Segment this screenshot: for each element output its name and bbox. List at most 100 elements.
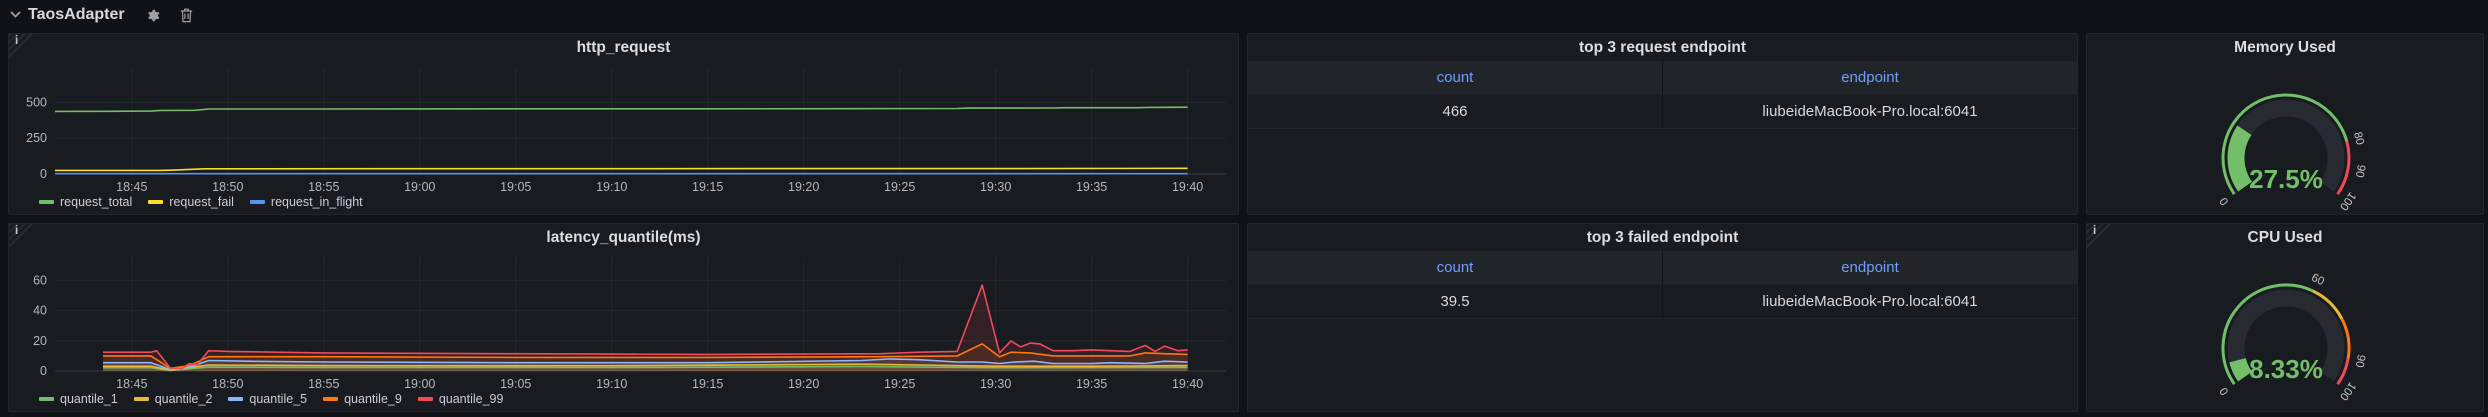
panel-http-request: i http_request 18:4518:5018:5519:0019:05… <box>8 33 1239 215</box>
x-axis-tick-label: 19:15 <box>692 377 723 391</box>
panel-title[interactable]: top 3 failed endpoint <box>1248 224 2077 250</box>
legend-swatch <box>250 200 265 204</box>
legend-item-quantile_2[interactable]: quantile_2 <box>134 392 213 406</box>
x-axis-tick-label: 19:30 <box>980 377 1011 391</box>
table-row: 466liubeideMacBook-Pro.local:6041 <box>1248 94 2077 129</box>
x-axis-tick-label: 19:00 <box>404 180 435 194</box>
y-axis-tick-label: 0 <box>40 364 47 378</box>
legend-swatch <box>148 200 163 204</box>
legend-item-quantile_9[interactable]: quantile_9 <box>323 392 402 406</box>
x-axis-tick-label: 19:25 <box>884 180 915 194</box>
y-axis-tick-label: 20 <box>33 334 47 348</box>
x-axis-tick-label: 19:35 <box>1076 180 1107 194</box>
table-cell: liubeideMacBook-Pro.local:6041 <box>1663 95 2077 128</box>
gauge-threshold-label: 90 <box>2353 164 2367 179</box>
table-header-count[interactable]: count <box>1248 251 1663 284</box>
gauge-value: 8.33% <box>2249 354 2323 384</box>
table-header-endpoint[interactable]: endpoint <box>1663 61 2077 94</box>
x-axis-tick-label: 18:55 <box>308 180 339 194</box>
x-axis-tick-label: 19:05 <box>500 180 531 194</box>
y-axis-tick-label: 0 <box>40 167 47 181</box>
latency-quantile-legend: quantile_1 quantile_2 quantile_5 quantile_9… <box>39 392 503 406</box>
table-cell: liubeideMacBook-Pro.local:6041 <box>1663 285 2077 318</box>
http-request-chart[interactable]: 18:45 18:50 18:55 19:00 19:05 19:10 19:15 19:20… <box>9 60 1240 196</box>
series-request_fail <box>55 168 1188 170</box>
trash-icon[interactable] <box>180 8 193 23</box>
cpu-used-gauge: 060901008.33% <box>2087 250 2485 411</box>
x-axis-tick-label: 19:40 <box>1172 180 1203 194</box>
y-axis-tick-label: 250 <box>26 131 47 145</box>
legend-label: request_total <box>60 195 132 209</box>
panel-top3-request-endpoint: top 3 request endpoint countendpoint466l… <box>1247 33 2078 215</box>
legend-item-request_in_flight[interactable]: request_in_flight <box>250 195 363 209</box>
table-cell: 39.5 <box>1248 285 1663 318</box>
y-axis-tick-label: 500 <box>26 95 47 109</box>
legend-swatch <box>39 200 54 204</box>
legend-item-quantile_99[interactable]: quantile_99 <box>418 392 504 406</box>
y-axis-tick-label: 40 <box>33 304 47 318</box>
x-axis-tick-label: 19:10 <box>596 180 627 194</box>
x-axis-tick-label: 18:50 <box>212 377 243 391</box>
legend-swatch <box>134 397 149 401</box>
x-axis-tick-label: 19:40 <box>1172 377 1203 391</box>
table-header-endpoint[interactable]: endpoint <box>1663 251 2077 284</box>
legend-label: quantile_99 <box>439 392 504 406</box>
legend-label: request_fail <box>169 195 234 209</box>
legend-label: quantile_9 <box>344 392 402 406</box>
x-axis-tick-label: 19:35 <box>1076 377 1107 391</box>
panel-title[interactable]: top 3 request endpoint <box>1248 34 2077 60</box>
legend-swatch <box>228 397 243 401</box>
legend-item-quantile_1[interactable]: quantile_1 <box>39 392 118 406</box>
panel-memory-used: Memory Used 0809010027.5% <box>2086 33 2484 215</box>
panel-title[interactable]: CPU Used <box>2087 224 2483 250</box>
memory-used-gauge: 0809010027.5% <box>2087 60 2485 214</box>
request-endpoint-table: countendpoint466liubeideMacBook-Pro.loca… <box>1248 61 2077 129</box>
x-axis-tick-label: 19:20 <box>788 377 819 391</box>
http-request-legend: request_total request_fail request_in_flig… <box>39 195 363 209</box>
x-axis-tick-label: 19:00 <box>404 377 435 391</box>
table-header-row: countendpoint <box>1248 251 2077 284</box>
x-axis-tick-label: 19:25 <box>884 377 915 391</box>
table-header-row: countendpoint <box>1248 61 2077 94</box>
legend-swatch <box>39 397 54 401</box>
x-axis-tick-label: 19:15 <box>692 180 723 194</box>
x-axis-tick-label: 19:05 <box>500 377 531 391</box>
legend-label: request_in_flight <box>271 195 363 209</box>
legend-item-request_fail[interactable]: request_fail <box>148 195 234 209</box>
panel-title[interactable]: Memory Used <box>2087 34 2483 60</box>
gauge-threshold-label: 80 <box>2351 131 2366 146</box>
failed-endpoint-table: countendpoint39.5liubeideMacBook-Pro.loc… <box>1248 251 2077 319</box>
legend-label: quantile_5 <box>249 392 307 406</box>
gauge-threshold-label: 60 <box>2309 272 2326 288</box>
table-header-count[interactable]: count <box>1248 61 1663 94</box>
gear-icon[interactable] <box>145 8 160 23</box>
chevron-down-icon[interactable] <box>10 11 21 19</box>
gauge-threshold-label: 90 <box>2353 354 2367 369</box>
panel-title[interactable]: http_request <box>9 34 1238 60</box>
panel-top3-failed-endpoint: top 3 failed endpoint countendpoint39.5l… <box>1247 223 2078 412</box>
x-axis-tick-label: 18:55 <box>308 377 339 391</box>
x-axis-tick-label: 18:50 <box>212 180 243 194</box>
dashboard-row-header: TaosAdapter <box>0 0 193 30</box>
panel-title[interactable]: latency_quantile(ms) <box>9 224 1238 250</box>
table-cell: 466 <box>1248 95 1663 128</box>
latency-quantile-chart[interactable]: 18:45 18:50 18:55 19:00 19:05 19:10 19:15 19:20… <box>9 250 1240 393</box>
gauge-threshold-label: 0 <box>2218 195 2232 207</box>
x-axis-tick-label: 18:45 <box>116 180 147 194</box>
x-axis-tick-label: 19:10 <box>596 377 627 391</box>
legend-swatch <box>323 397 338 401</box>
legend-item-request_total[interactable]: request_total <box>39 195 132 209</box>
legend-swatch <box>418 397 433 401</box>
gauge-value: 27.5% <box>2249 164 2323 194</box>
table-row: 39.5liubeideMacBook-Pro.local:6041 <box>1248 284 2077 319</box>
panel-latency-quantile: i latency_quantile(ms) 18:4518:5018:5519… <box>8 223 1239 412</box>
x-axis-tick-label: 19:30 <box>980 180 1011 194</box>
panel-cpu-used: i CPU Used 060901008.33% <box>2086 223 2484 412</box>
legend-item-quantile_5[interactable]: quantile_5 <box>228 392 307 406</box>
x-axis-tick-label: 19:20 <box>788 180 819 194</box>
legend-label: quantile_2 <box>155 392 213 406</box>
dashboard: TaosAdapter i http_request 18:4518:5018:… <box>0 0 2488 417</box>
x-axis-tick-label: 18:45 <box>116 377 147 391</box>
legend-label: quantile_1 <box>60 392 118 406</box>
row-title[interactable]: TaosAdapter <box>28 6 125 24</box>
